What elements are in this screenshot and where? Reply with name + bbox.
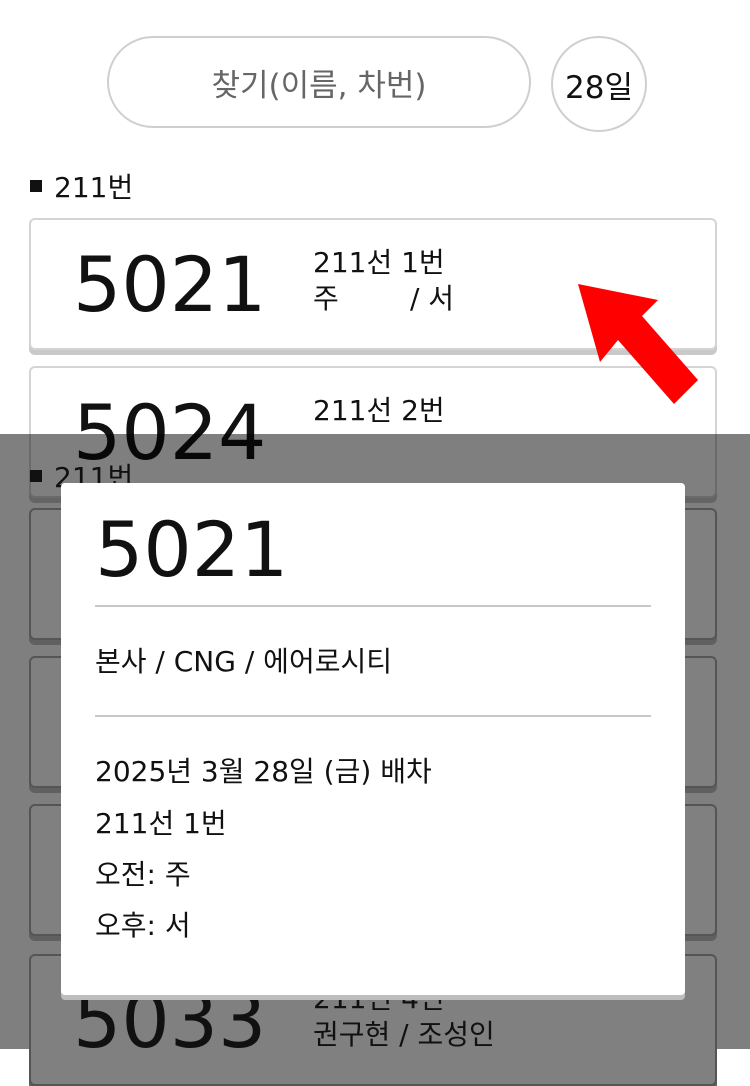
modal-route-line: 211선 1번 xyxy=(95,807,227,840)
bus-route: 211선 1번 xyxy=(313,246,445,279)
bullet-icon xyxy=(30,470,42,482)
modal-bus-number: 5021 xyxy=(95,505,289,594)
bus-route: 211선 2번 xyxy=(313,394,445,427)
modal-company-line: 본사 / CNG / 에어로시티 xyxy=(95,645,392,678)
date-button-label: 28일 xyxy=(565,69,633,106)
section-title: 211번 xyxy=(30,166,133,206)
bus-shift: 주 / 서 xyxy=(313,282,455,315)
divider xyxy=(95,715,651,717)
red-arrow-icon xyxy=(578,284,698,404)
bus-shift: 권구현 / 조성인 xyxy=(313,1018,495,1051)
bullet-icon xyxy=(30,180,42,192)
section-title-text: 211번 xyxy=(54,171,134,204)
modal-morning: 오전: 주 xyxy=(95,858,191,891)
divider xyxy=(95,605,651,607)
bus-number: 5021 xyxy=(73,240,267,329)
search-input[interactable]: 찾기(이름, 차번) xyxy=(107,36,531,128)
modal-afternoon: 오후: 서 xyxy=(95,909,191,942)
bus-detail-modal[interactable]: 5021 본사 / CNG / 에어로시티 2025년 3월 28일 (금) 배… xyxy=(61,483,685,995)
date-button[interactable]: 28일 xyxy=(551,36,647,132)
search-placeholder: 찾기(이름, 차번) xyxy=(211,67,427,104)
modal-date-line: 2025년 3월 28일 (금) 배차 xyxy=(95,755,432,788)
